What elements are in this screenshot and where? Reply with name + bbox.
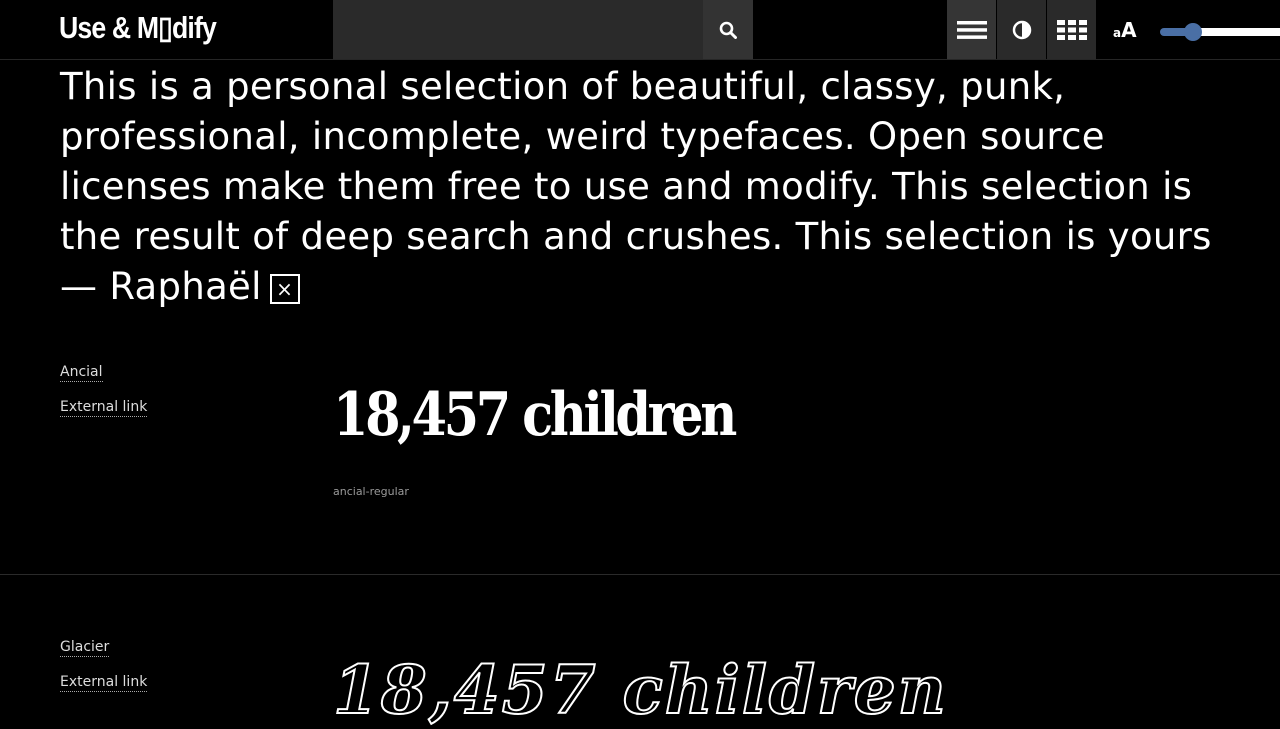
close-intro-button[interactable]: × <box>269 274 300 304</box>
search-icon <box>719 21 737 39</box>
intro-message: This is a personal selection of beautifu… <box>60 65 1212 308</box>
font-name-link[interactable]: Glacier <box>60 638 110 657</box>
grid-view-icon <box>1056 19 1087 40</box>
external-link[interactable]: External link <box>60 398 148 417</box>
top-bar: Use & M▯dify aA <box>0 0 1280 60</box>
font-size-big-label: A <box>1121 18 1137 42</box>
search-input[interactable] <box>333 0 703 59</box>
font-entry: Ancial External link 18,457 children anc… <box>0 360 1280 575</box>
font-specimen: 18,457 children <box>332 650 948 729</box>
font-name-link[interactable]: Ancial <box>60 363 103 382</box>
font-size-small-label: a <box>1113 26 1122 40</box>
intro-text: This is a personal selection of beautifu… <box>60 62 1240 312</box>
list-view-icon <box>956 20 987 39</box>
font-entry: Glacier External link 18,457 children <box>0 635 1280 729</box>
font-size-slider[interactable] <box>1160 23 1280 41</box>
close-icon: × <box>276 277 294 301</box>
contrast-icon <box>1012 20 1031 39</box>
font-specimen: 18,457 children <box>333 380 737 450</box>
slider-track <box>1193 28 1280 36</box>
grid-view-button[interactable] <box>1047 0 1096 59</box>
search-button[interactable] <box>703 0 753 59</box>
site-logo[interactable]: Use & M▯dify <box>59 10 217 46</box>
font-size-label: aA <box>1113 18 1137 42</box>
font-id: ancial-regular <box>333 485 409 498</box>
slider-thumb[interactable] <box>1184 23 1202 41</box>
list-view-button[interactable] <box>947 0 996 59</box>
contrast-toggle[interactable] <box>997 0 1046 59</box>
external-link[interactable]: External link <box>60 673 148 692</box>
